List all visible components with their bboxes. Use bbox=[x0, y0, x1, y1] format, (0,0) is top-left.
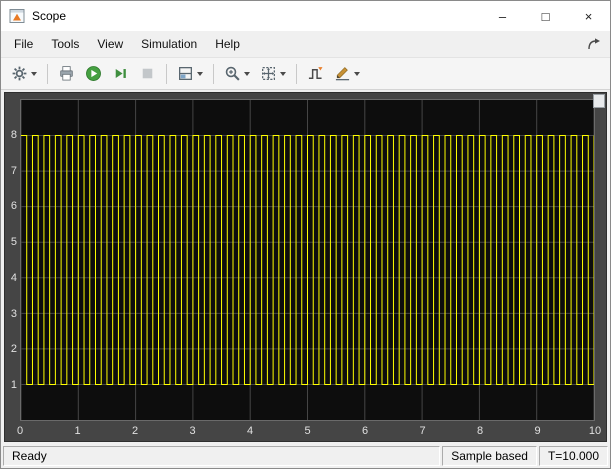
run-button[interactable] bbox=[81, 62, 106, 85]
menu-tools[interactable]: Tools bbox=[42, 33, 88, 55]
scope-app-icon bbox=[9, 8, 25, 24]
layout-icon bbox=[179, 67, 192, 80]
x-tick-label: 1 bbox=[74, 425, 81, 437]
minimize-button[interactable]: – bbox=[481, 1, 524, 31]
y-tick-label: 1 bbox=[10, 379, 17, 392]
toolbar bbox=[1, 57, 610, 90]
y-tick-label: 2 bbox=[10, 343, 17, 356]
x-tick-label: 10 bbox=[588, 425, 602, 437]
step-forward-button[interactable] bbox=[108, 62, 133, 85]
menu-simulation[interactable]: Simulation bbox=[132, 33, 206, 55]
waveform-canvas[interactable] bbox=[20, 99, 595, 421]
x-tick-label: 6 bbox=[361, 425, 369, 437]
chevron-down-icon[interactable] bbox=[197, 71, 203, 76]
y-tick-label: 5 bbox=[10, 236, 17, 249]
plot-area: 1 2 3 4 5 6 7 8 0 1 2 3 4 5 6 7 8 9 10 bbox=[4, 92, 607, 442]
x-tick-label: 4 bbox=[246, 425, 254, 437]
plot-corner-button[interactable] bbox=[593, 94, 605, 108]
maximize-button[interactable]: □ bbox=[524, 1, 567, 31]
curved-arrow-icon[interactable] bbox=[586, 36, 602, 52]
x-tick-label: 9 bbox=[534, 425, 541, 437]
gear-icon bbox=[12, 66, 27, 81]
x-tick-label: 5 bbox=[304, 425, 311, 437]
trigger-icon bbox=[308, 67, 323, 80]
y-axis-labels: 1 2 3 4 5 6 7 8 bbox=[5, 99, 19, 421]
y-tick-label: 8 bbox=[10, 128, 17, 141]
print-icon bbox=[60, 66, 73, 81]
close-button[interactable]: × bbox=[567, 1, 610, 31]
toolbar-separator bbox=[296, 63, 297, 84]
status-message: Ready bbox=[3, 446, 441, 466]
settings-gear-button[interactable] bbox=[7, 62, 41, 85]
x-tick-label: 3 bbox=[189, 425, 196, 437]
title-bar[interactable]: Scope – □ × bbox=[1, 1, 610, 31]
menu-file[interactable]: File bbox=[5, 33, 42, 55]
run-icon bbox=[86, 66, 101, 81]
toolbar-separator bbox=[166, 63, 167, 84]
trigger-button[interactable] bbox=[303, 62, 328, 85]
y-tick-label: 3 bbox=[10, 307, 17, 320]
toolbar-separator bbox=[213, 63, 214, 84]
scope-window: Scope – □ × File Tools View Simulation H… bbox=[0, 0, 611, 469]
y-tick-label: 4 bbox=[10, 271, 17, 284]
layout-button[interactable] bbox=[173, 62, 207, 85]
menu-bar: File Tools View Simulation Help bbox=[1, 31, 610, 57]
y-tick-label: 7 bbox=[10, 164, 17, 177]
x-tick-label: 0 bbox=[16, 425, 24, 437]
print-button[interactable] bbox=[54, 62, 79, 85]
x-tick-label: 8 bbox=[476, 425, 484, 437]
chevron-down-icon[interactable] bbox=[280, 71, 286, 76]
zoom-icon bbox=[225, 66, 240, 81]
measurements-icon bbox=[335, 67, 350, 81]
waveform-svg bbox=[21, 100, 594, 420]
x-tick-label: 2 bbox=[131, 425, 139, 437]
chevron-down-icon[interactable] bbox=[244, 71, 250, 76]
window-controls: – □ × bbox=[481, 1, 610, 31]
step-forward-icon bbox=[115, 69, 126, 78]
zoom-button[interactable] bbox=[220, 62, 254, 85]
fit-to-view-button[interactable] bbox=[256, 62, 290, 85]
status-sim-time: T=10.000 bbox=[538, 446, 608, 466]
stop-icon bbox=[142, 68, 153, 79]
chevron-down-icon[interactable] bbox=[31, 71, 37, 76]
x-axis-labels: 0 1 2 3 4 5 6 7 8 9 10 bbox=[16, 424, 601, 440]
menu-help[interactable]: Help bbox=[206, 33, 249, 55]
menu-view[interactable]: View bbox=[88, 33, 132, 55]
status-sample-mode: Sample based bbox=[442, 446, 537, 466]
status-bar: Ready Sample based T=10.000 bbox=[1, 445, 610, 468]
y-tick-label: 6 bbox=[10, 200, 17, 213]
window-title: Scope bbox=[32, 9, 67, 23]
toolbar-separator bbox=[47, 63, 48, 84]
fit-to-view-icon bbox=[262, 67, 275, 80]
stop-button[interactable] bbox=[135, 62, 160, 85]
x-tick-label: 7 bbox=[419, 425, 426, 437]
measurements-button[interactable] bbox=[330, 62, 364, 85]
chevron-down-icon[interactable] bbox=[354, 71, 360, 76]
